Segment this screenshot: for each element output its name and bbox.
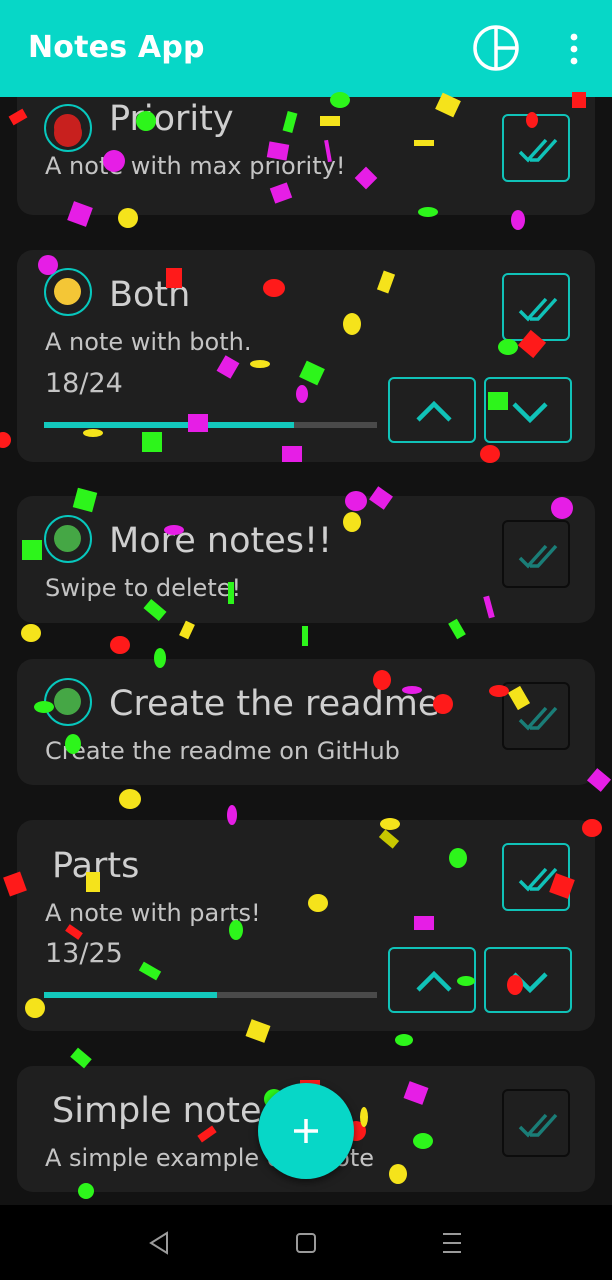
note-title: Simple note: [52, 1091, 262, 1131]
priority-indicator: [44, 678, 92, 726]
priority-dot: [54, 278, 81, 305]
priority-indicator: [44, 104, 92, 152]
note-title: Both: [109, 275, 191, 315]
progress-bar: [44, 992, 377, 998]
note-title: More notes!!: [109, 521, 333, 561]
done-checkbox[interactable]: [502, 520, 570, 588]
priority-dot: [54, 525, 81, 552]
plus-icon: [294, 1119, 318, 1143]
priority-dot: [54, 688, 81, 715]
move-up-button[interactable]: [388, 947, 476, 1013]
priority-dot: [54, 114, 81, 141]
back-triangle-icon[interactable]: [145, 1229, 175, 1257]
more-vert-icon[interactable]: [556, 26, 592, 72]
check-double-icon: [518, 138, 558, 163]
system-nav-bar: [0, 1205, 612, 1280]
progress-bar: [44, 422, 377, 428]
progress-bar-fill: [44, 422, 294, 428]
chevron-down-icon: [512, 972, 548, 994]
progress-count: 13/25: [45, 938, 123, 969]
priority-indicator: [44, 268, 92, 316]
pie-chart-icon[interactable]: [472, 24, 520, 72]
move-down-button[interactable]: [484, 377, 572, 443]
chevron-down-icon: [512, 402, 548, 424]
note-title: Create the readme: [109, 684, 440, 724]
priority-indicator: [44, 515, 92, 563]
note-card[interactable]: Both A note with both. 18/24: [17, 250, 595, 462]
note-description: A note with parts!: [45, 899, 261, 927]
notes-list[interactable]: Priority A note with max priority! Both …: [0, 97, 612, 1205]
add-note-button[interactable]: [258, 1083, 354, 1179]
app-bar: Notes App: [0, 0, 612, 97]
note-title: Parts: [52, 846, 140, 886]
note-card[interactable]: More notes!! Swipe to delete!: [17, 496, 595, 623]
done-checkbox[interactable]: [502, 682, 570, 750]
note-description: Create the readme on GitHub: [45, 737, 400, 765]
note-description: Swipe to delete!: [45, 574, 242, 602]
check-double-icon: [518, 297, 558, 322]
menu-lines-icon[interactable]: [437, 1229, 467, 1257]
check-double-icon: [518, 1113, 558, 1138]
chevron-up-icon: [416, 970, 452, 992]
chevron-up-icon: [416, 400, 452, 422]
note-description: A note with both.: [45, 328, 252, 356]
note-card[interactable]: Priority A note with max priority!: [17, 97, 595, 215]
check-double-icon: [518, 867, 558, 892]
done-checkbox[interactable]: [502, 114, 570, 182]
home-square-icon[interactable]: [291, 1229, 321, 1257]
note-description: A note with max priority!: [45, 152, 346, 180]
done-checkbox[interactable]: [502, 1089, 570, 1157]
app-title: Notes App: [28, 30, 205, 65]
check-double-icon: [518, 544, 558, 569]
progress-bar-fill: [44, 992, 218, 998]
done-checkbox[interactable]: [502, 273, 570, 341]
note-card[interactable]: Parts A note with parts! 13/25: [17, 820, 595, 1031]
check-double-icon: [518, 706, 558, 731]
done-checkbox[interactable]: [502, 843, 570, 911]
move-down-button[interactable]: [484, 947, 572, 1013]
note-title: Priority: [109, 99, 234, 139]
note-card[interactable]: Create the readme Create the readme on G…: [17, 659, 595, 785]
progress-count: 18/24: [45, 368, 123, 399]
move-up-button[interactable]: [388, 377, 476, 443]
